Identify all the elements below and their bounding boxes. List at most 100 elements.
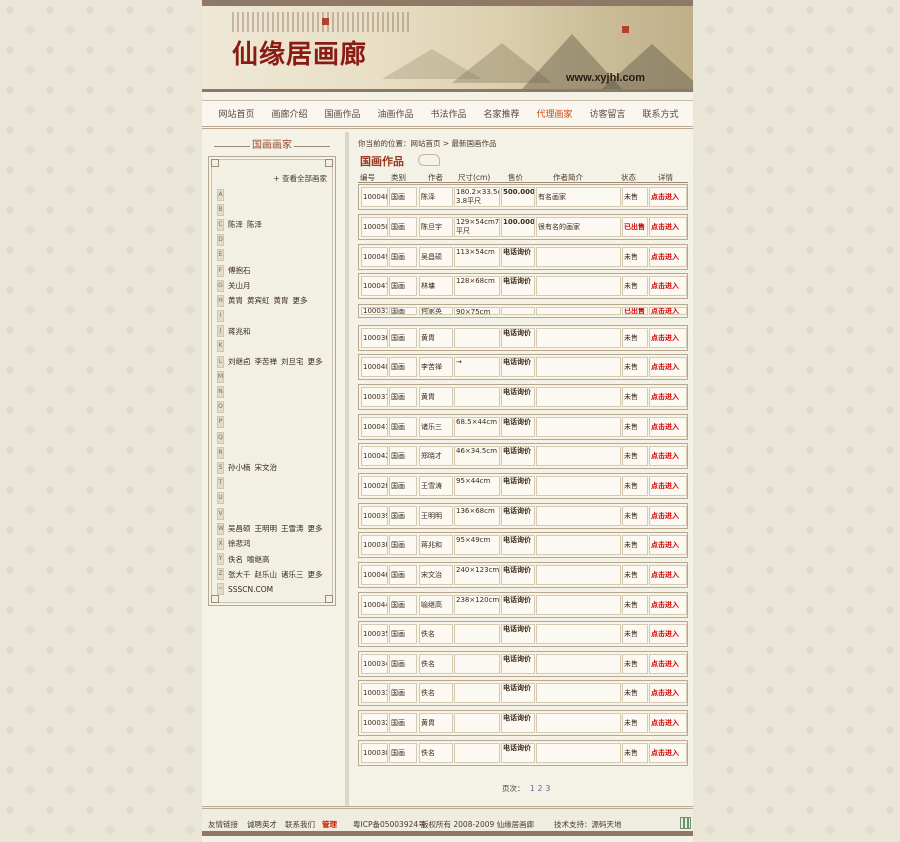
artist-link[interactable]: 王明明 bbox=[255, 523, 278, 534]
letter-badge[interactable]: ~ bbox=[217, 583, 224, 596]
letter-badge[interactable]: D bbox=[217, 234, 224, 247]
artist-link[interactable]: 吴昌硕 bbox=[228, 523, 251, 534]
page-link-2[interactable]: 2 bbox=[538, 784, 543, 793]
letter-badge[interactable]: L bbox=[217, 355, 224, 368]
artist-link[interactable]: SSSCN.COM bbox=[228, 585, 273, 594]
nav-item-5[interactable]: 名家推荐 bbox=[475, 107, 528, 120]
artist-link[interactable]: 宋文治 bbox=[255, 462, 278, 473]
letter-badge[interactable]: H bbox=[217, 294, 224, 307]
detail-link[interactable]: 点击进入 bbox=[649, 417, 687, 437]
nav-item-3[interactable]: 油画作品 bbox=[369, 107, 422, 120]
page-link-3[interactable]: 3 bbox=[545, 784, 550, 793]
footer-admin-link[interactable]: 管理 bbox=[322, 819, 337, 830]
letter-badge[interactable]: A bbox=[217, 188, 224, 201]
nav-item-7[interactable]: 访客留言 bbox=[581, 107, 634, 120]
artist-link[interactable]: 黄宾虹 bbox=[247, 295, 270, 306]
more-artists-link[interactable]: 更多 bbox=[308, 356, 323, 367]
letter-badge[interactable]: G bbox=[217, 279, 224, 292]
more-artists-link[interactable]: 更多 bbox=[293, 295, 308, 306]
letter-badge[interactable]: X bbox=[217, 537, 224, 550]
footer-link-friends[interactable]: 友情链接 bbox=[208, 819, 238, 830]
detail-link[interactable]: 点击进入 bbox=[649, 387, 687, 407]
detail-link[interactable]: 点击进入 bbox=[649, 476, 687, 496]
cell-intro: 很有名的画家 bbox=[536, 217, 621, 237]
detail-link[interactable]: 点击进入 bbox=[649, 446, 687, 466]
letter-badge[interactable]: Y bbox=[217, 553, 224, 566]
artist-link[interactable]: 诸乐三 bbox=[281, 569, 304, 580]
detail-link[interactable]: 点击进入 bbox=[649, 743, 687, 763]
letter-badge[interactable]: I bbox=[217, 310, 224, 323]
footer-link-jobs[interactable]: 诚聘英才 bbox=[247, 819, 277, 830]
cell-intro bbox=[536, 595, 621, 615]
detail-link[interactable]: 点击进入 bbox=[649, 247, 687, 267]
detail-link[interactable]: 点击进入 bbox=[649, 307, 687, 315]
artist-link[interactable]: 李苦禅 bbox=[255, 356, 278, 367]
detail-link[interactable]: 点击进入 bbox=[649, 565, 687, 585]
detail-link[interactable]: 点击进入 bbox=[649, 276, 687, 296]
more-artists-link[interactable]: 更多 bbox=[308, 569, 323, 580]
stats-counter-icon[interactable] bbox=[680, 817, 691, 829]
cell-intro bbox=[536, 328, 621, 348]
view-all-artists-link[interactable]: + 查看全部画家 bbox=[273, 173, 327, 184]
artist-link[interactable]: 关山月 bbox=[228, 280, 251, 291]
letter-badge[interactable]: T bbox=[217, 477, 224, 490]
nav-item-6[interactable]: 代理画家 bbox=[528, 107, 581, 120]
letter-badge[interactable]: V bbox=[217, 507, 224, 520]
letter-badge[interactable]: R bbox=[217, 446, 224, 459]
detail-link[interactable]: 点击进入 bbox=[649, 217, 687, 237]
letter-badge[interactable]: N bbox=[217, 386, 224, 399]
artist-link[interactable]: 傅抱石 bbox=[228, 265, 251, 276]
nav-item-2[interactable]: 国画作品 bbox=[316, 107, 369, 120]
cell-size: 90×75cm bbox=[454, 307, 500, 315]
artist-link[interactable]: 孙小楠 bbox=[228, 462, 251, 473]
nav-item-4[interactable]: 书法作品 bbox=[422, 107, 475, 120]
cell-intro bbox=[536, 654, 621, 674]
artist-link[interactable]: 陈泽 bbox=[228, 219, 243, 230]
letter-badge[interactable]: U bbox=[217, 492, 224, 505]
detail-link[interactable]: 点击进入 bbox=[649, 624, 687, 644]
nav-item-8[interactable]: 联系方式 bbox=[634, 107, 687, 120]
letter-badge[interactable]: P bbox=[217, 416, 224, 429]
artist-link[interactable]: 刘继卣 bbox=[228, 356, 251, 367]
footer-link-contact[interactable]: 联系我们 bbox=[285, 819, 315, 830]
artist-link[interactable]: 黄胄 bbox=[274, 295, 289, 306]
artist-link[interactable]: 王雪涛 bbox=[281, 523, 304, 534]
artist-link[interactable]: 刘旦宅 bbox=[281, 356, 304, 367]
letter-badge[interactable]: C bbox=[217, 218, 224, 231]
letter-badge[interactable]: O bbox=[217, 401, 224, 414]
letter-badge[interactable]: S bbox=[217, 461, 224, 474]
artist-link[interactable]: 赵乐山 bbox=[255, 569, 278, 580]
nav-item-1[interactable]: 画廊介绍 bbox=[263, 107, 316, 120]
detail-link[interactable]: 点击进入 bbox=[649, 654, 687, 674]
artist-link[interactable]: 佚名 bbox=[228, 554, 243, 565]
letter-badge[interactable]: K bbox=[217, 340, 224, 353]
detail-link[interactable]: 点击进入 bbox=[649, 535, 687, 555]
detail-link[interactable]: 点击进入 bbox=[649, 683, 687, 703]
cell-id: 100046 bbox=[361, 565, 388, 585]
artist-link[interactable]: 张大千 bbox=[228, 569, 251, 580]
letter-badge[interactable]: E bbox=[217, 249, 224, 262]
detail-link[interactable]: 点击进入 bbox=[649, 595, 687, 615]
artist-link[interactable]: 喻继高 bbox=[247, 554, 270, 565]
cell-author: 李苦禅 bbox=[419, 357, 453, 377]
nav-item-0[interactable]: 网站首页 bbox=[210, 107, 263, 120]
artist-link[interactable]: 徐悲鸿 bbox=[228, 538, 251, 549]
artist-link[interactable]: 蒋兆和 bbox=[228, 326, 251, 337]
detail-link[interactable]: 点击进入 bbox=[649, 357, 687, 377]
detail-link[interactable]: 点击进入 bbox=[649, 713, 687, 733]
letter-badge[interactable]: M bbox=[217, 370, 224, 383]
letter-badge[interactable]: W bbox=[217, 522, 224, 535]
letter-badge[interactable]: Q bbox=[217, 431, 224, 444]
artist-link[interactable]: 陈泽 bbox=[247, 219, 262, 230]
letter-badge[interactable]: J bbox=[217, 325, 224, 338]
letter-badge[interactable]: B bbox=[217, 203, 224, 216]
detail-link[interactable]: 点击进入 bbox=[649, 506, 687, 526]
detail-link[interactable]: 点击进入 bbox=[649, 187, 687, 207]
more-artists-link[interactable]: 更多 bbox=[308, 523, 323, 534]
page-link-1[interactable]: 1 bbox=[530, 784, 535, 793]
cell-intro bbox=[536, 683, 621, 703]
letter-badge[interactable]: Z bbox=[217, 568, 224, 581]
letter-badge[interactable]: F bbox=[217, 264, 224, 277]
artist-link[interactable]: 黄胄 bbox=[228, 295, 243, 306]
detail-link[interactable]: 点击进入 bbox=[649, 328, 687, 348]
